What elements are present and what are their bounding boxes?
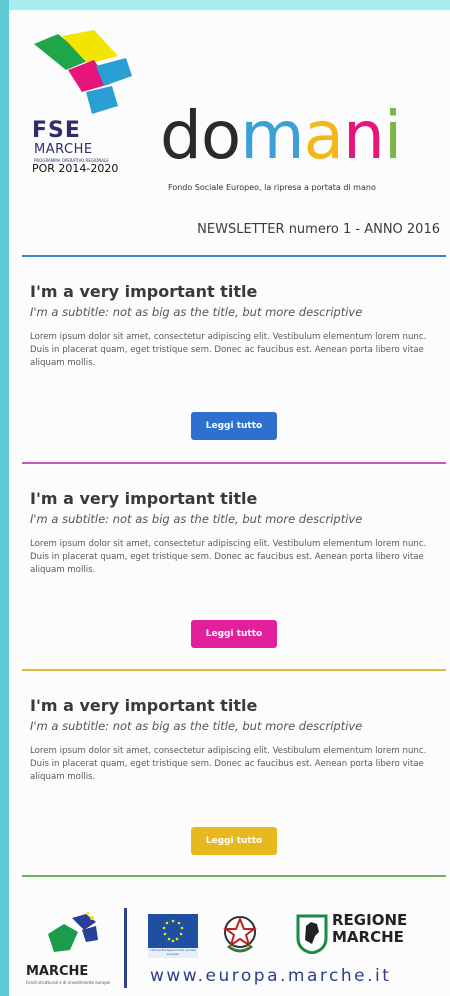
article-body: Lorem ipsum dolor sit amet, consectetur … xyxy=(30,332,427,368)
marche-map-icon xyxy=(48,911,98,952)
domani-letter: m xyxy=(240,97,304,174)
domani-letter: d xyxy=(160,97,202,174)
regione-text-line-1: REGIONE xyxy=(332,911,408,929)
domani-letter: o xyxy=(200,97,241,174)
fse-logo-shapes-icon xyxy=(34,30,132,114)
article-body: Lorem ipsum dolor sit amet, consectetur … xyxy=(30,746,427,782)
fse-logo-por: POR 2014-2020 xyxy=(32,162,119,175)
domani-wordmark: domani xyxy=(160,97,402,174)
newsletter-issue-label: NEWSLETTER numero 1 - ANNO 2016 xyxy=(197,222,440,237)
article-title: I'm a very important title xyxy=(30,282,258,301)
eu-flag-caption: Unione Europea Fondo sociale europeo xyxy=(148,948,198,958)
regione-marche-text: REGIONE MARCHE xyxy=(332,912,407,946)
domani-letter: n xyxy=(343,97,385,174)
article-subtitle: I'm a subtitle: not as big as the title,… xyxy=(30,512,363,526)
domani-letter: i xyxy=(383,97,402,174)
read-more-button-1[interactable]: Leggi tutto xyxy=(191,412,277,440)
tagline: Fondo Sociale Europeo, la ripresa a port… xyxy=(168,183,376,192)
italian-republic-emblem-icon xyxy=(223,916,257,953)
domani-letter: a xyxy=(303,97,344,174)
fse-logo-text: FSE xyxy=(32,118,81,143)
footer-separator xyxy=(124,908,127,988)
divider-4 xyxy=(22,875,446,877)
left-accent-bar xyxy=(0,0,9,996)
marche-logo-small: Fondi strutturali e di investimento euro… xyxy=(26,980,111,985)
divider-2 xyxy=(22,462,446,464)
marche-fondi-logo: MARCHE Fondi strutturali e di investimen… xyxy=(26,910,114,990)
article-body: Lorem ipsum dolor sit amet, consectetur … xyxy=(30,539,427,575)
divider-3 xyxy=(22,669,446,671)
read-more-button-2[interactable]: Leggi tutto xyxy=(191,620,277,648)
article-title: I'm a very important title xyxy=(30,696,258,715)
article-3: I'm a very important title I'm a subtitl… xyxy=(30,696,435,784)
footer-website-link[interactable]: www.europa.marche.it xyxy=(150,966,391,986)
regione-marche-shield-icon xyxy=(296,914,328,954)
fse-logo-region: MARCHE xyxy=(34,142,93,157)
regione-text-line-2: MARCHE xyxy=(332,928,404,946)
marche-logo-text: MARCHE xyxy=(26,964,89,979)
article-subtitle: I'm a subtitle: not as big as the title,… xyxy=(30,719,363,733)
article-2: I'm a very important title I'm a subtitl… xyxy=(30,489,435,577)
article-subtitle: I'm a subtitle: not as big as the title,… xyxy=(30,305,363,319)
article-title: I'm a very important title xyxy=(30,489,258,508)
article-1: I'm a very important title I'm a subtitl… xyxy=(30,282,435,370)
divider-1 xyxy=(22,255,446,257)
read-more-button-3[interactable]: Leggi tutto xyxy=(191,827,277,855)
eu-flag-icon xyxy=(148,914,198,948)
fse-marche-logo: FSE MARCHE PROGRAMMA OPERATIVO REGIONALE… xyxy=(26,26,138,175)
